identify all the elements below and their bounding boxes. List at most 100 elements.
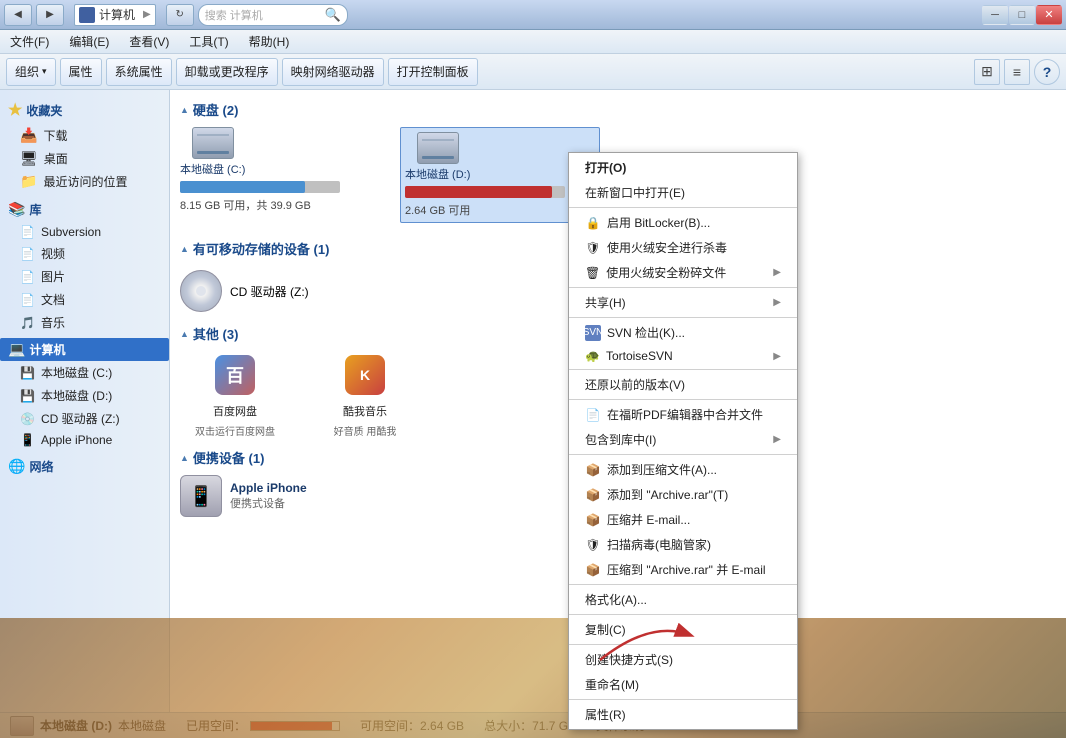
- uninstall-button[interactable]: 卸载或更改程序: [176, 58, 278, 86]
- menu-tools[interactable]: 工具(T): [183, 31, 234, 52]
- favorites-label: 收藏夹: [26, 102, 62, 119]
- ctx-open-new-window[interactable]: 在新窗口中打开(E): [569, 180, 797, 205]
- view-toggle-button[interactable]: ⊞: [974, 59, 1000, 85]
- ctx-sep-3: [569, 317, 797, 318]
- library-label: 库: [29, 201, 41, 218]
- svn-icon: SVN: [585, 325, 601, 341]
- rar2-icon: 📦: [585, 487, 601, 503]
- ctx-properties[interactable]: 属性(R): [569, 702, 797, 727]
- iphone-content-icon: 📱: [180, 475, 222, 517]
- refresh-button[interactable]: ↻: [166, 4, 194, 26]
- sidebar-header-network[interactable]: 🌐 网络: [0, 454, 169, 479]
- menu-view[interactable]: 查看(V): [123, 31, 175, 52]
- network-label: 网络: [29, 458, 53, 475]
- view-list-button[interactable]: ≡: [1004, 59, 1030, 85]
- map-drive-button[interactable]: 映射网络驱动器: [282, 58, 384, 86]
- sidebar-item-videos[interactable]: 📄 视频: [0, 242, 169, 265]
- shred-icon: 🗑: [585, 266, 600, 280]
- menu-edit[interactable]: 编辑(E): [63, 31, 115, 52]
- ctx-shred[interactable]: 🗑 使用火绒安全粉碎文件 ▶: [569, 260, 797, 285]
- star-icon: ★: [8, 100, 22, 120]
- sidebar-item-c-drive[interactable]: 💾 本地磁盘 (C:): [0, 361, 169, 384]
- ctx-sep-2: [569, 287, 797, 288]
- sidebar-item-recent[interactable]: 📁 最近访问的位置: [0, 170, 169, 193]
- iphone-icon: 📱: [20, 433, 35, 447]
- ctx-rename[interactable]: 重命名(M): [569, 672, 797, 697]
- ctx-scan-virus[interactable]: 🛡 扫描病毒(电脑管家): [569, 532, 797, 557]
- sidebar-item-iphone[interactable]: 📱 Apple iPhone: [0, 430, 169, 450]
- sidebar-item-cd-drive[interactable]: 💿 CD 驱动器 (Z:): [0, 407, 169, 430]
- ctx-share[interactable]: 共享(H) ▶: [569, 290, 797, 315]
- ctx-open[interactable]: 打开(O): [569, 155, 797, 180]
- baidu-item[interactable]: 百 百度网盘 双击运行百度网盘: [180, 351, 290, 438]
- sidebar-favorites: ★ 收藏夹 📥 下载 🖥 桌面 📁 最近访问的位置: [0, 96, 169, 193]
- address-bar[interactable]: 计算机 ▶: [74, 4, 156, 26]
- rar1-icon: 📦: [585, 462, 601, 478]
- hdd-c-icon: [192, 127, 234, 159]
- toolbar-right: ⊞ ≡ ?: [974, 59, 1060, 85]
- search-bar[interactable]: 搜索 计算机 🔍: [198, 4, 348, 26]
- ctx-compress-archive-email[interactable]: 📦 压缩到 "Archive.rar" 并 E-mail: [569, 557, 797, 582]
- sidebar-header-favorites[interactable]: ★ 收藏夹: [0, 96, 169, 124]
- minimize-button[interactable]: ─: [982, 5, 1008, 25]
- ctx-restore-prev[interactable]: 还原以前的版本(V): [569, 372, 797, 397]
- ctx-add-archive-rar[interactable]: 📦 添加到 "Archive.rar"(T): [569, 482, 797, 507]
- kuwo-name: 酷我音乐: [343, 403, 387, 419]
- organize-button[interactable]: 组织 ▾: [6, 58, 56, 86]
- ctx-merge-pdf[interactable]: 📄 在福昕PDF编辑器中合并文件: [569, 402, 797, 427]
- sidebar-network: 🌐 网络: [0, 454, 169, 479]
- titlebar-left: ◀ ▶ 计算机 ▶ ↻ 搜索 计算机 🔍: [4, 4, 348, 26]
- search-icon: 🔍: [325, 7, 341, 23]
- ctx-antivirus[interactable]: 🛡 使用火绒安全进行杀毒: [569, 235, 797, 260]
- tortoisesvn-icon: 🐢: [585, 349, 600, 363]
- help-button[interactable]: ?: [1034, 59, 1060, 85]
- ctx-format[interactable]: 格式化(A)...: [569, 587, 797, 612]
- control-panel-button[interactable]: 打开控制面板: [388, 58, 478, 86]
- baidu-name: 百度网盘: [213, 403, 257, 419]
- ctx-sep-8: [569, 614, 797, 615]
- ctx-add-archive[interactable]: 📦 添加到压缩文件(A)...: [569, 457, 797, 482]
- sidebar-item-d-drive[interactable]: 💾 本地磁盘 (D:): [0, 384, 169, 407]
- system-properties-button[interactable]: 系统属性: [106, 58, 172, 86]
- antivirus-icon: 🛡: [585, 240, 601, 256]
- ctx-sep-10: [569, 699, 797, 700]
- maximize-button[interactable]: □: [1009, 5, 1035, 25]
- forward-button[interactable]: ▶: [36, 4, 64, 26]
- sidebar-item-downloads[interactable]: 📥 下载: [0, 124, 169, 147]
- ctx-bitlocker[interactable]: 🔒 启用 BitLocker(B)...: [569, 210, 797, 235]
- computer-label: 计算机: [29, 341, 65, 358]
- close-button[interactable]: ✕: [1036, 5, 1062, 25]
- ctx-create-shortcut[interactable]: 创建快捷方式(S): [569, 647, 797, 672]
- kuwo-desc: 好音质 用酷我: [334, 423, 397, 438]
- disk-c-bar-bg: [180, 181, 340, 193]
- ctx-svn-checkout[interactable]: SVN SVN 检出(K)...: [569, 320, 797, 345]
- rar3-icon: 📦: [585, 512, 601, 528]
- ctx-include-library[interactable]: 包含到库中(I) ▶: [569, 427, 797, 452]
- disk-c-info: 本地磁盘 (C:): [180, 127, 380, 177]
- computer-icon: 💻: [8, 341, 25, 358]
- menu-file[interactable]: 文件(F): [4, 31, 55, 52]
- ctx-copy[interactable]: 复制(C): [569, 617, 797, 642]
- ctx-tortoisesvn[interactable]: 🐢 TortoiseSVN ▶: [569, 345, 797, 367]
- sidebar-item-subversion[interactable]: 📄 Subversion: [0, 222, 169, 242]
- ctx-sep-7: [569, 584, 797, 585]
- disk-d-bar-fill: [405, 186, 552, 198]
- kuwo-item[interactable]: K 酷我音乐 好音质 用酷我: [310, 351, 420, 438]
- library-icon: 📚: [8, 201, 25, 218]
- disk-d-size: 2.64 GB 可用: [405, 202, 595, 218]
- menu-help[interactable]: 帮助(H): [243, 31, 296, 52]
- back-button[interactable]: ◀: [4, 4, 32, 26]
- sidebar-item-pictures[interactable]: 📄 图片: [0, 265, 169, 288]
- sidebar-item-documents[interactable]: 📄 文档: [0, 288, 169, 311]
- sidebar-item-music[interactable]: 🎵 音乐: [0, 311, 169, 334]
- ctx-compress-email[interactable]: 📦 压缩并 E-mail...: [569, 507, 797, 532]
- properties-button[interactable]: 属性: [60, 58, 102, 86]
- disk-c-item[interactable]: 本地磁盘 (C:) 8.15 GB 可用，共 39.9 GB: [180, 127, 380, 223]
- sidebar-item-desktop[interactable]: 🖥 桌面: [0, 147, 169, 170]
- disk-d-icon-block: 本地磁盘 (D:): [405, 132, 470, 182]
- disk-c-size: 8.15 GB 可用，共 39.9 GB: [180, 197, 380, 213]
- sidebar-header-computer[interactable]: 💻 计算机: [0, 338, 169, 361]
- cd-label: CD 驱动器 (Z:): [230, 283, 309, 300]
- sidebar-header-library[interactable]: 📚 库: [0, 197, 169, 222]
- hard-disks-title[interactable]: 硬盘 (2): [180, 100, 1056, 119]
